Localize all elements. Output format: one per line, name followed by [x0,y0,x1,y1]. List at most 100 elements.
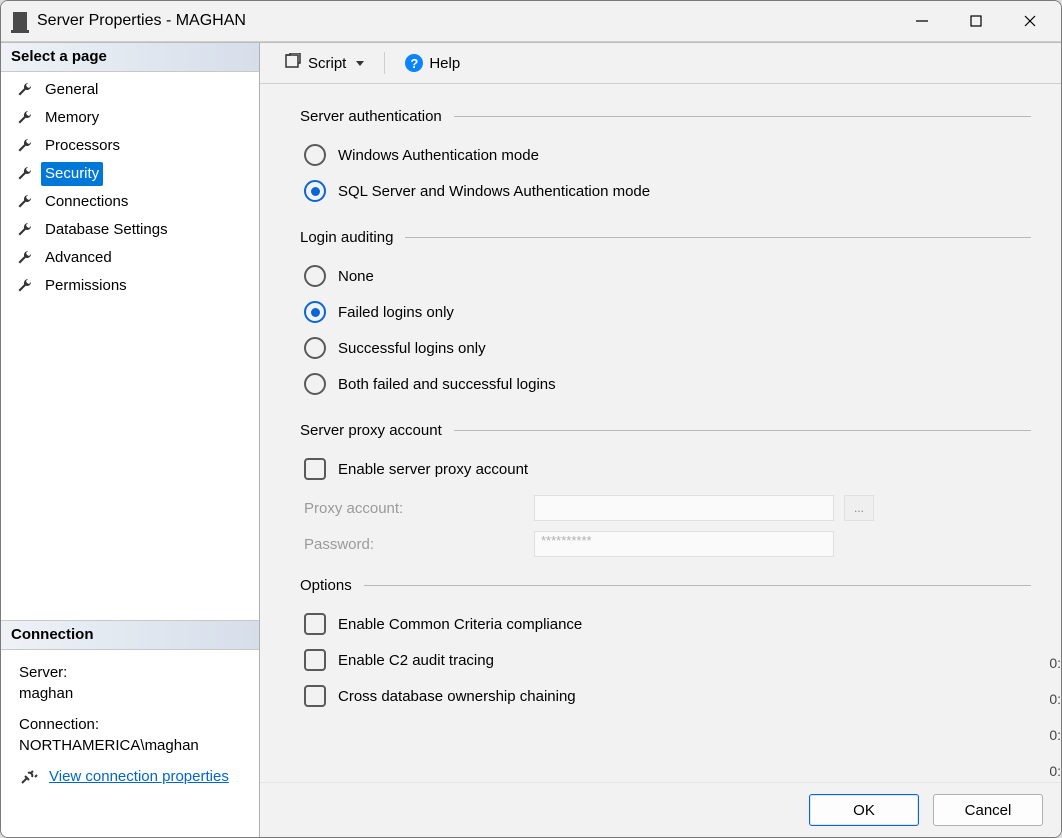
select-page-header: Select a page [1,43,259,72]
help-icon: ? [405,54,423,72]
wrench-icon [17,222,33,238]
connection-label: Connection: [19,714,245,735]
options-group: Options Enable Common Criteria complianc… [300,577,1031,714]
options-title: Options [300,577,364,594]
wrench-icon [17,250,33,266]
ok-label: OK [853,802,875,819]
checkbox-label: Enable C2 audit tracing [338,652,494,669]
enable-proxy-account[interactable]: Enable server proxy account [300,451,1031,487]
password-mask: ********** [535,533,592,548]
content-column: Script ? Help Server authentication [260,43,1061,837]
proxy-browse-button[interactable]: ... [844,495,874,521]
sidebar-item-general[interactable]: General [1,76,259,104]
ellipsis-label: ... [854,501,864,515]
toolbar: Script ? Help [260,43,1061,84]
server-authentication-title: Server authentication [300,108,454,125]
wrench-icon [17,166,33,182]
option-common-criteria[interactable]: Enable Common Criteria compliance [300,606,1031,642]
audit-both[interactable]: Both failed and successful logins [300,366,1031,402]
proxy-account-label: Proxy account: [304,500,524,517]
connection-value: NORTHAMERICA\maghan [19,735,245,756]
option-cross-db-chaining[interactable]: Cross database ownership chaining [300,678,1031,714]
help-button[interactable]: ? Help [399,51,466,75]
help-label: Help [429,55,460,72]
radio-icon [304,265,326,287]
checkbox-icon [304,685,326,707]
view-connection-properties-link[interactable]: View connection properties [49,766,229,787]
radio-icon [304,337,326,359]
app-icon [13,12,27,30]
sidebar-item-security[interactable]: Security [1,160,259,188]
sidebar-item-processors[interactable]: Processors [1,132,259,160]
proxy-password-input[interactable]: ********** [534,531,834,557]
checkbox-icon [304,649,326,671]
radio-icon [304,301,326,323]
server-authentication-group: Server authentication Windows Authentica… [300,108,1031,209]
maximize-button[interactable] [953,4,999,38]
auth-mode-mixed[interactable]: SQL Server and Windows Authentication mo… [300,173,1031,209]
login-auditing-title: Login auditing [300,229,405,246]
sidebar-item-label: Permissions [41,274,131,298]
sidebar-item-label: Database Settings [41,218,172,242]
audit-none[interactable]: None [300,258,1031,294]
close-icon [1023,14,1037,28]
cancel-button[interactable]: Cancel [933,794,1043,826]
footer: OK Cancel [260,782,1061,837]
radio-label: Successful logins only [338,340,486,357]
server-proxy-title: Server proxy account [300,422,454,439]
script-button[interactable]: Script [278,50,370,76]
sidebar: Select a page General Memory Processors [1,43,260,837]
radio-label: Windows Authentication mode [338,147,539,164]
script-icon [284,53,302,73]
checkbox-label: Enable server proxy account [338,461,528,478]
audit-failed[interactable]: Failed logins only [300,294,1031,330]
auth-mode-windows[interactable]: Windows Authentication mode [300,137,1031,173]
wrench-icon [17,82,33,98]
cancel-label: Cancel [965,802,1012,819]
checkbox-label: Enable Common Criteria compliance [338,616,582,633]
client-area: Select a page General Memory Processors [1,42,1061,837]
sidebar-item-label: Processors [41,134,124,158]
wrench-icon [17,194,33,210]
audit-successful[interactable]: Successful logins only [300,330,1031,366]
checkbox-label: Cross database ownership chaining [338,688,576,705]
radio-label: Both failed and successful logins [338,376,556,393]
connection-header: Connection [1,620,259,650]
sidebar-item-label: Memory [41,106,103,130]
maximize-icon [969,14,983,28]
sidebar-item-memory[interactable]: Memory [1,104,259,132]
sidebar-item-permissions[interactable]: Permissions [1,272,259,300]
wrench-icon [17,110,33,126]
chevron-down-icon [356,61,364,66]
close-button[interactable] [1007,4,1053,38]
checkbox-icon [304,458,326,480]
group-divider [405,237,1031,238]
radio-label: None [338,268,374,285]
window-title: Server Properties - MAGHAN [37,12,246,30]
option-c2-audit[interactable]: Enable C2 audit tracing [300,642,1031,678]
wrench-icon [17,138,33,154]
ok-button[interactable]: OK [809,794,919,826]
sidebar-item-database-settings[interactable]: Database Settings [1,216,259,244]
radio-label: Failed logins only [338,304,454,321]
checkbox-icon [304,613,326,635]
sidebar-item-label: Advanced [41,246,116,270]
sidebar-item-label: Security [41,162,103,186]
server-value: maghan [19,683,245,704]
window-frame: Server Properties - MAGHAN Select a page… [0,0,1062,838]
minimize-icon [915,14,929,28]
minimize-button[interactable] [899,4,945,38]
radio-icon [304,180,326,202]
sidebar-item-connections[interactable]: Connections [1,188,259,216]
page-list: General Memory Processors Security Conne… [1,72,259,300]
sidebar-item-advanced[interactable]: Advanced [1,244,259,272]
sidebar-item-label: General [41,78,102,102]
wrench-icon [17,278,33,294]
main-panel: Server authentication Windows Authentica… [260,84,1061,782]
proxy-account-input[interactable] [534,495,834,521]
radio-label: SQL Server and Windows Authentication mo… [338,183,650,200]
script-label: Script [308,55,346,72]
sidebar-item-label: Connections [41,190,132,214]
login-auditing-group: Login auditing None Failed logins only S… [300,229,1031,402]
server-label: Server: [19,662,245,683]
